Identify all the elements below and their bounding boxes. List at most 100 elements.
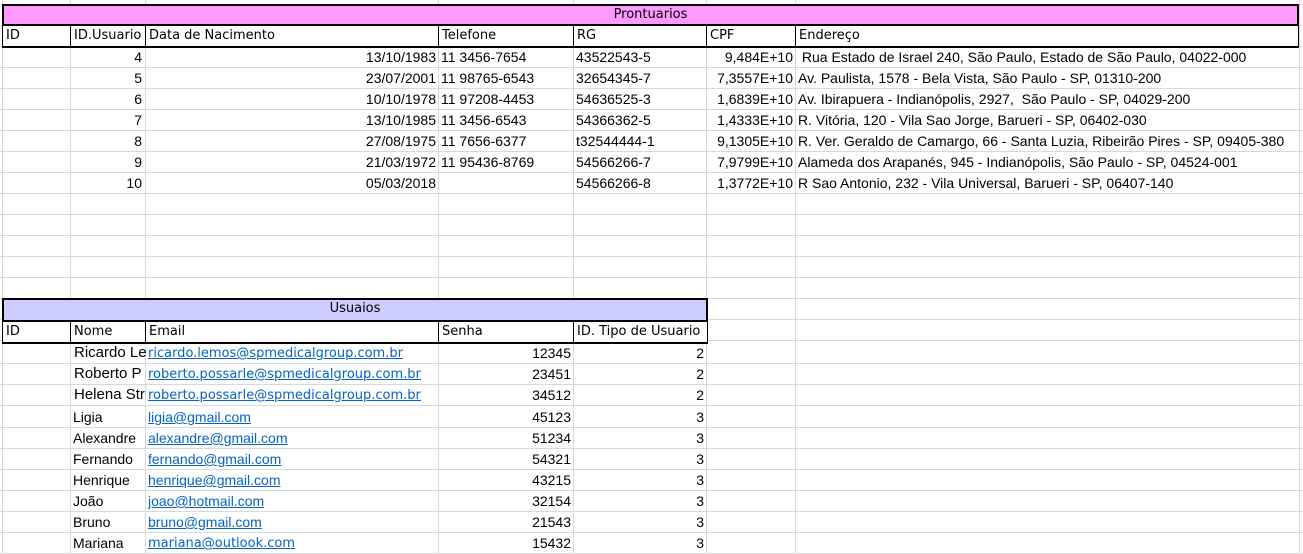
cell-email-link[interactable]: ligia@gmail.com [148,407,436,427]
header-telefone[interactable]: Telefone [439,26,574,46]
cell-rg[interactable]: 54566266-7 [576,152,704,172]
usuarios-header-row: ID Nome Email Senha ID. Tipo de Usuario [2,322,708,344]
cell-telefone[interactable]: 11 95436-8769 [441,152,571,172]
cell-telefone[interactable]: 11 98765-6543 [441,68,571,88]
cell-cpf[interactable]: 7,3557E+10 [706,68,793,88]
cell-email-link[interactable]: roberto.possarle@spmedicalgroup.com.br [148,386,436,406]
cell-senha[interactable]: 32154 [438,491,571,511]
cell-nome[interactable]: Roberto P [74,364,146,384]
cell-senha[interactable]: 34512 [438,385,571,405]
header-email[interactable]: Email [146,322,439,342]
cell-email-link[interactable]: fernando@gmail.com [148,449,436,469]
cell-tipo[interactable]: 3 [573,407,704,427]
cell-id-usuario[interactable]: 4 [70,47,142,67]
cell-nome[interactable]: Bruno [73,512,145,532]
cell-senha[interactable]: 45123 [438,407,571,427]
cell-id-usuario[interactable]: 8 [70,131,142,151]
header-id-tipo-usuario[interactable]: ID. Tipo de Usuario [574,322,707,342]
cell-senha[interactable]: 51234 [438,428,571,448]
header-endereco[interactable]: Endereço [796,26,1298,46]
cell-endereco[interactable]: Alameda dos Arapanés, 945 - Indianópolis… [798,152,1298,172]
cell-endereco[interactable]: Rua Estado de Israel 240, São Paulo, Est… [798,47,1298,67]
cell-tipo[interactable]: 2 [573,364,704,384]
cell-email-link[interactable]: mariana@outlook.com [148,534,436,554]
cell-data[interactable]: 21/03/1972 [145,152,436,172]
cell-senha[interactable]: 43215 [438,470,571,490]
cell-tipo[interactable]: 2 [573,343,704,363]
cell-data[interactable]: 10/10/1978 [145,89,436,109]
cell-nome[interactable]: Henrique [73,470,145,490]
cell-nome[interactable]: Alexandre [73,428,145,448]
cell-senha[interactable]: 21543 [438,512,571,532]
cell-senha[interactable]: 12345 [438,343,571,363]
usuarios-title: Usuaios [329,301,381,316]
cell-telefone[interactable]: 11 3456-7654 [441,47,571,67]
cell-endereco[interactable]: R Sao Antonio, 232 - Vila Universal, Bar… [798,173,1298,193]
cell-telefone[interactable]: 11 97208-4453 [441,89,571,109]
cell-id-usuario[interactable]: 10 [70,173,142,193]
cell-cpf[interactable]: 7,9799E+10 [706,152,793,172]
cell-rg[interactable]: 54566266-8 [576,173,704,193]
cell-endereco[interactable]: Av. Paulista, 1578 - Bela Vista, São Pau… [798,68,1298,88]
cell-nome[interactable]: Ricardo Le [74,343,146,363]
cell-rg[interactable]: t32544444-1 [576,131,704,151]
header-cpf[interactable]: CPF [707,26,796,46]
cell-rg[interactable]: 32654345-7 [576,68,704,88]
cell-id-usuario[interactable]: 9 [70,152,142,172]
header-id-usuario[interactable]: ID.Usuario [71,26,146,46]
cell-email-link[interactable]: alexandre@gmail.com [148,428,436,448]
prontuarios-title: Prontuarios [613,7,688,22]
cell-telefone[interactable]: 11 7656-6377 [441,131,571,151]
cell-cpf[interactable]: 9,1305E+10 [706,131,793,151]
cell-nome[interactable]: Fernando [73,449,145,469]
usuarios-title-cell[interactable]: Usuaios [2,298,708,322]
cell-tipo[interactable]: 3 [573,428,704,448]
header-id[interactable]: ID [3,26,71,46]
cell-data[interactable]: 13/10/1985 [145,110,436,130]
cell-rg[interactable]: 54366362-5 [576,110,704,130]
cell-id-usuario[interactable]: 5 [70,68,142,88]
cell-senha[interactable]: 54321 [438,449,571,469]
header-senha[interactable]: Senha [439,322,574,342]
header-rg[interactable]: RG [574,26,707,46]
cell-endereco[interactable]: R. Vitória, 120 - Vila Sao Jorge, Baruer… [798,110,1298,130]
cell-tipo[interactable]: 3 [573,449,704,469]
cell-rg[interactable]: 43522543-5 [576,47,704,67]
cell-data[interactable]: 23/07/2001 [145,68,436,88]
cell-senha[interactable]: 15432 [438,533,571,553]
cell-id-usuario[interactable]: 6 [70,89,142,109]
cell-telefone[interactable] [441,173,571,193]
cell-data[interactable]: 13/10/1983 [145,47,436,67]
cell-tipo[interactable]: 3 [573,491,704,511]
cell-cpf[interactable]: 1,3772E+10 [706,173,793,193]
header-data-nacimento[interactable]: Data de Nacimento [146,26,439,46]
cell-id-usuario[interactable]: 7 [70,110,142,130]
cell-endereco[interactable]: Av. Ibirapuera - Indianópolis, 2927, São… [798,89,1298,109]
cell-email-link[interactable]: ricardo.lemos@spmedicalgroup.com.br [148,344,436,364]
cell-senha[interactable]: 23451 [438,364,571,384]
header-nome[interactable]: Nome [71,322,146,342]
cell-email-link[interactable]: henrique@gmail.com [148,470,436,490]
cell-cpf[interactable]: 9,484E+10 [706,47,793,67]
cell-data[interactable]: 27/08/1975 [145,131,436,151]
cell-cpf[interactable]: 1,4333E+10 [706,110,793,130]
cell-nome[interactable]: Helena Str [74,385,146,405]
cell-nome[interactable]: Ligia [73,407,145,427]
cell-nome[interactable]: Mariana [73,533,145,553]
header-id[interactable]: ID [3,322,71,342]
cell-data[interactable]: 05/03/2018 [145,173,436,193]
cell-tipo[interactable]: 2 [573,385,704,405]
cell-telefone[interactable]: 11 3456-6543 [441,110,571,130]
cell-tipo[interactable]: 3 [573,533,704,553]
cell-tipo[interactable]: 3 [573,470,704,490]
cell-endereco[interactable]: R. Ver. Geraldo de Camargo, 66 - Santa L… [798,131,1301,151]
prontuarios-title-cell[interactable]: Prontuarios [2,4,1299,26]
cell-cpf[interactable]: 1,6839E+10 [706,89,793,109]
cell-email-link[interactable]: bruno@gmail.com [148,512,436,532]
cell-nome[interactable]: João [73,491,145,511]
cell-email-link[interactable]: roberto.possarle@spmedicalgroup.com.br [148,365,436,385]
cell-rg[interactable]: 54636525-3 [576,89,704,109]
prontuarios-header-row: ID ID.Usuario Data de Nacimento Telefone… [2,26,1299,48]
cell-email-link[interactable]: joao@hotmail.com [148,491,436,511]
cell-tipo[interactable]: 3 [573,512,704,532]
